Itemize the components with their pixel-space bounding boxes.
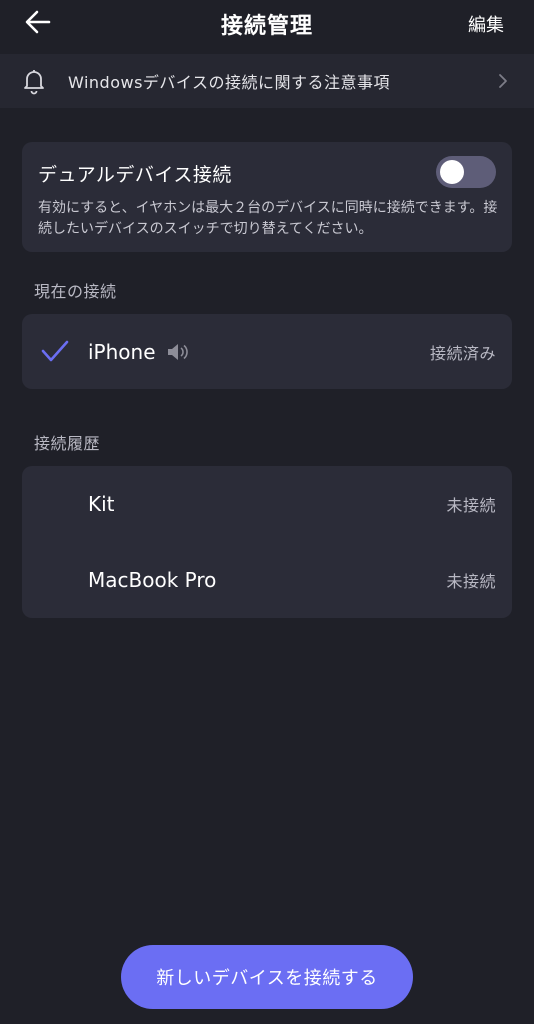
header: 接続管理 編集	[0, 0, 534, 50]
history-device-row[interactable]: Kit 未接続	[22, 466, 512, 541]
dual-device-label: デュアルデバイス接続	[38, 164, 232, 186]
dual-device-toggle[interactable]	[436, 156, 496, 188]
current-connection-label: 現在の接続	[34, 282, 117, 301]
toggle-knob	[440, 160, 464, 184]
connection-history-label: 接続履歴	[34, 434, 101, 453]
chevron-right-icon	[499, 74, 507, 88]
current-device-row[interactable]: iPhone 接続済み	[22, 314, 512, 389]
connection-history-card: Kit 未接続 MacBook Pro 未接続	[22, 466, 512, 618]
device-name: iPhone	[88, 339, 156, 364]
device-status: 接続済み	[429, 343, 496, 363]
page-title: 接続管理	[220, 14, 313, 39]
current-connection-card: iPhone 接続済み	[22, 314, 512, 389]
device-status: 未接続	[446, 571, 496, 591]
windows-notice-bar[interactable]: Windowsデバイスの接続に関する注意事項	[0, 54, 534, 108]
edit-button[interactable]: 編集	[468, 11, 504, 37]
bell-icon	[24, 70, 44, 95]
dual-device-card: デュアルデバイス接続 有効にすると、イヤホンは最大２台のデバイスに同時に接続でき…	[22, 142, 512, 252]
device-name: MacBook Pro	[88, 567, 217, 592]
dual-device-description: 有効にすると、イヤホンは最大２台のデバイスに同時に接続できます。接続したいデバイ…	[38, 200, 498, 237]
device-status: 未接続	[446, 495, 496, 515]
speaker-icon	[168, 344, 188, 360]
connect-new-device-button[interactable]: 新しいデバイスを接続する	[121, 945, 413, 1009]
connection-management-screen: 接続管理 編集 Windowsデバイスの接続に関する注意事項 デュアルデバイス接…	[0, 0, 534, 1024]
device-name: Kit	[88, 491, 115, 516]
checkmark-icon	[41, 340, 69, 362]
notice-text: Windowsデバイスの接続に関する注意事項	[68, 73, 390, 92]
history-device-row[interactable]: MacBook Pro 未接続	[22, 542, 512, 617]
